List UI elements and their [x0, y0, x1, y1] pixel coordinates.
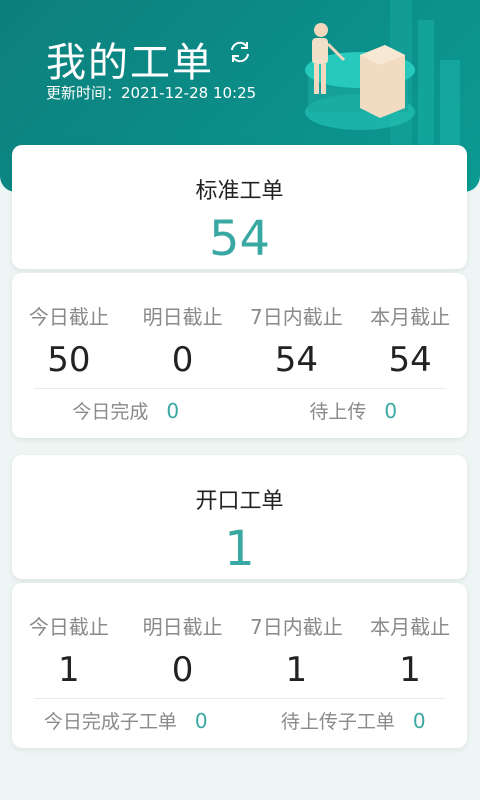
open-order-card[interactable]: 开口工单 1 — [12, 455, 467, 579]
stat-value: 1 — [285, 650, 308, 690]
stat-label: 7日内截止 — [250, 615, 343, 639]
stat-month[interactable]: 本月截止 54 — [353, 301, 467, 380]
footer-value: 0 — [384, 398, 398, 423]
stat-value: 50 — [47, 340, 91, 380]
footer-value: 0 — [194, 708, 208, 733]
footer-value: 0 — [412, 708, 426, 733]
stat-label: 7日内截止 — [250, 305, 343, 329]
stat-value: 54 — [388, 340, 432, 380]
stats-grid: 今日截止 1 明日截止 0 7日内截止 1 本月截止 1 — [12, 611, 467, 690]
stat-label: 今日截止 — [28, 615, 109, 639]
stat-value: 0 — [171, 340, 194, 380]
section-count: 1 — [224, 521, 255, 577]
standard-order-card[interactable]: 标准工单 54 — [12, 145, 467, 269]
footer-item-upload[interactable]: 待上传 0 — [240, 397, 468, 424]
page-title: 我的工单 — [46, 40, 214, 86]
footer-item-completed-sub[interactable]: 今日完成子工单 0 — [12, 707, 240, 734]
standard-order-stats: 今日截止 50 明日截止 0 7日内截止 54 本月截止 54 今日完成 0 待… — [12, 273, 467, 438]
stat-7days[interactable]: 7日内截止 1 — [240, 611, 354, 690]
header-illustration — [305, 0, 460, 160]
section-title: 标准工单 — [195, 179, 284, 204]
stat-label: 本月截止 — [370, 305, 451, 329]
stat-value: 1 — [399, 650, 421, 690]
stat-today[interactable]: 今日截止 50 — [12, 301, 126, 380]
stats-footer: 今日完成 0 待上传 0 — [12, 397, 467, 424]
divider — [34, 388, 445, 389]
stat-label: 本月截止 — [370, 615, 451, 639]
stat-7days[interactable]: 7日内截止 54 — [240, 301, 354, 380]
stat-tomorrow[interactable]: 明日截止 0 — [126, 301, 240, 380]
footer-label: 待上传子工单 — [280, 711, 395, 733]
stats-grid: 今日截止 50 明日截止 0 7日内截止 54 本月截止 54 — [12, 301, 467, 380]
footer-label: 今日完成 — [72, 401, 149, 423]
footer-label: 待上传 — [309, 401, 367, 423]
section-count: 54 — [208, 211, 271, 267]
stat-value: 1 — [58, 650, 80, 690]
stat-label: 明日截止 — [142, 615, 223, 639]
footer-label: 今日完成子工单 — [43, 711, 177, 733]
stats-footer: 今日完成子工单 0 待上传子工单 0 — [12, 707, 467, 734]
section-title: 开口工单 — [195, 489, 284, 514]
stat-value: 0 — [171, 650, 194, 690]
stat-tomorrow[interactable]: 明日截止 0 — [126, 611, 240, 690]
footer-value: 0 — [166, 398, 180, 423]
footer-item-upload-sub[interactable]: 待上传子工单 0 — [240, 707, 468, 734]
divider — [34, 698, 445, 699]
open-order-stats: 今日截止 1 明日截止 0 7日内截止 1 本月截止 1 今日完成子工单 0 待… — [12, 583, 467, 748]
footer-item-completed[interactable]: 今日完成 0 — [12, 397, 240, 424]
stat-label: 明日截止 — [142, 305, 223, 329]
refresh-icon[interactable] — [226, 38, 254, 66]
stat-label: 今日截止 — [28, 305, 109, 329]
stat-month[interactable]: 本月截止 1 — [353, 611, 467, 690]
stat-today[interactable]: 今日截止 1 — [12, 611, 126, 690]
update-time: 更新时间：2021-12-28 10:25 — [46, 84, 257, 102]
stat-value: 54 — [274, 340, 318, 380]
